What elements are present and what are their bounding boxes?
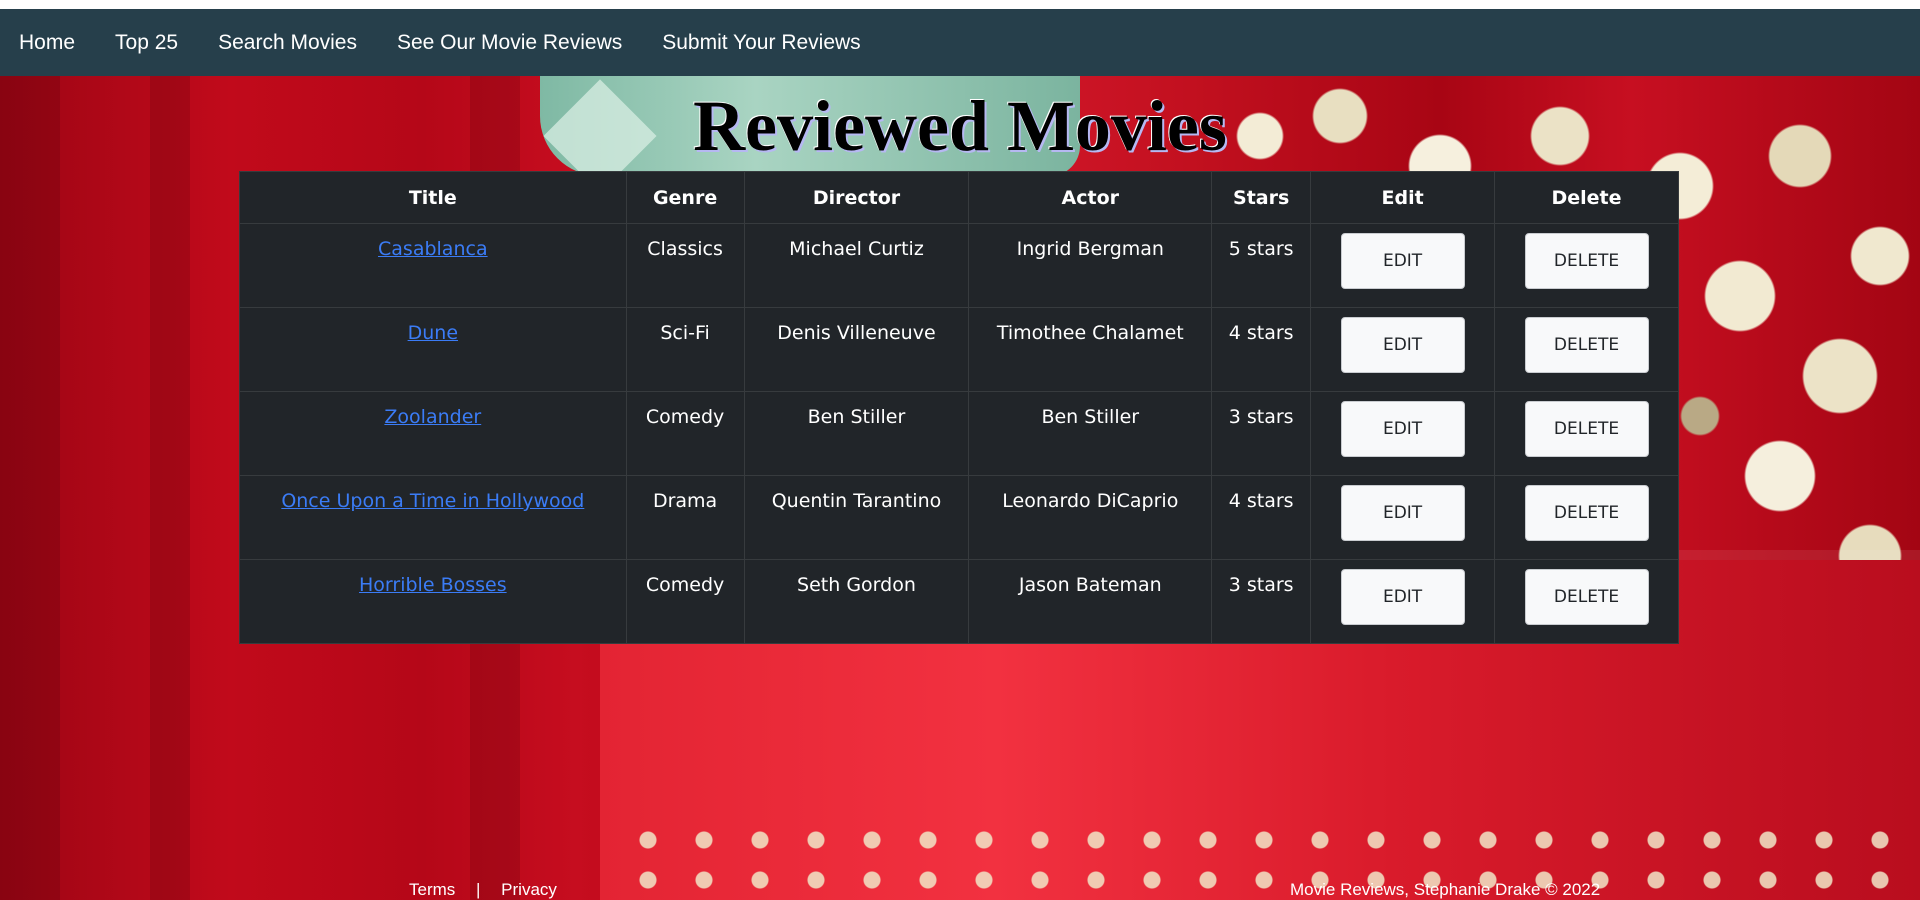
footer-copyright: Movie Reviews, Stephanie Drake © 2022 [1290,880,1601,899]
nav-see-reviews[interactable]: See Our Movie Reviews [397,31,622,55]
edit-button[interactable]: EDIT [1340,317,1465,373]
nav-home[interactable]: Home [19,31,75,55]
cell-stars: 4 stars [1211,307,1312,392]
cell-edit: EDIT [1310,391,1496,476]
cell-genre: Comedy [625,559,745,644]
delete-button[interactable]: DELETE [1524,485,1649,541]
movie-title-link[interactable]: Casablanca [378,238,488,260]
cell-genre: Sci-Fi [625,307,745,392]
cell-title: Dune [239,307,627,392]
table-row: Once Upon a Time in Hollywood Drama Quen… [239,475,1679,560]
cell-director: Michael Curtiz [743,223,970,308]
footer: Terms | Privacy Movie Reviews, Stephanie… [0,880,1920,900]
cell-genre: Comedy [625,391,745,476]
cell-title: Horrible Bosses [239,559,627,644]
background-stripe [0,76,60,900]
nav-top-25[interactable]: Top 25 [115,31,178,55]
cell-stars: 5 stars [1211,223,1312,308]
cell-delete: DELETE [1494,475,1679,560]
cell-delete: DELETE [1494,559,1679,644]
cell-title: Once Upon a Time in Hollywood [239,475,627,560]
footer-links: Terms | Privacy [409,880,573,900]
cell-delete: DELETE [1494,223,1679,308]
cell-title: Casablanca [239,223,627,308]
table-row: Casablanca Classics Michael Curtiz Ingri… [239,223,1679,308]
header-genre: Genre [625,171,745,224]
header-director: Director [743,171,970,224]
navbar: Home Top 25 Search Movies See Our Movie … [0,9,1920,76]
cell-stars: 4 stars [1211,475,1312,560]
table-header-row: Title Genre Director Actor Stars Edit De… [239,171,1679,224]
movies-table: Title Genre Director Actor Stars Edit De… [239,171,1679,644]
terms-link[interactable]: Terms [409,880,455,899]
privacy-link[interactable]: Privacy [501,880,557,899]
edit-button[interactable]: EDIT [1340,485,1465,541]
page-title: Reviewed Movies [693,86,1227,166]
delete-button[interactable]: DELETE [1524,401,1649,457]
header-delete: Delete [1494,171,1679,224]
cell-actor: Ingrid Bergman [968,223,1213,308]
table-row: Dune Sci-Fi Denis Villeneuve Timothee Ch… [239,307,1679,392]
cell-actor: Timothee Chalamet [968,307,1213,392]
page: Home Top 25 Search Movies See Our Movie … [0,0,1920,900]
cell-director: Seth Gordon [743,559,970,644]
movie-title-link[interactable]: Once Upon a Time in Hollywood [281,490,584,512]
cell-director: Denis Villeneuve [743,307,970,392]
header-actor: Actor [968,171,1213,224]
header-title: Title [239,171,627,224]
top-strip [0,0,1920,9]
edit-button[interactable]: EDIT [1340,569,1465,625]
cell-director: Ben Stiller [743,391,970,476]
cell-genre: Classics [625,223,745,308]
cell-director: Quentin Tarantino [743,475,970,560]
cell-edit: EDIT [1310,307,1496,392]
cell-genre: Drama [625,475,745,560]
nav-submit-reviews[interactable]: Submit Your Reviews [662,31,860,55]
table-row: Horrible Bosses Comedy Seth Gordon Jason… [239,559,1679,644]
edit-button[interactable]: EDIT [1340,233,1465,289]
cell-delete: DELETE [1494,307,1679,392]
cell-actor: Leonardo DiCaprio [968,475,1213,560]
cell-actor: Jason Bateman [968,559,1213,644]
movie-title-link[interactable]: Zoolander [384,406,481,428]
cell-edit: EDIT [1310,223,1496,308]
cell-stars: 3 stars [1211,391,1312,476]
cell-stars: 3 stars [1211,559,1312,644]
delete-button[interactable]: DELETE [1524,569,1649,625]
delete-button[interactable]: DELETE [1524,233,1649,289]
nav-search-movies[interactable]: Search Movies [218,31,357,55]
cell-actor: Ben Stiller [968,391,1213,476]
table-row: Zoolander Comedy Ben Stiller Ben Stiller… [239,391,1679,476]
movie-title-link[interactable]: Dune [408,322,458,344]
footer-separator: | [476,880,481,899]
cell-edit: EDIT [1310,475,1496,560]
cell-delete: DELETE [1494,391,1679,476]
edit-button[interactable]: EDIT [1340,401,1465,457]
header-stars: Stars [1211,171,1312,224]
movie-title-link[interactable]: Horrible Bosses [359,574,507,596]
background-stripe [150,76,190,900]
cell-edit: EDIT [1310,559,1496,644]
delete-button[interactable]: DELETE [1524,317,1649,373]
cell-title: Zoolander [239,391,627,476]
header-edit: Edit [1310,171,1496,224]
